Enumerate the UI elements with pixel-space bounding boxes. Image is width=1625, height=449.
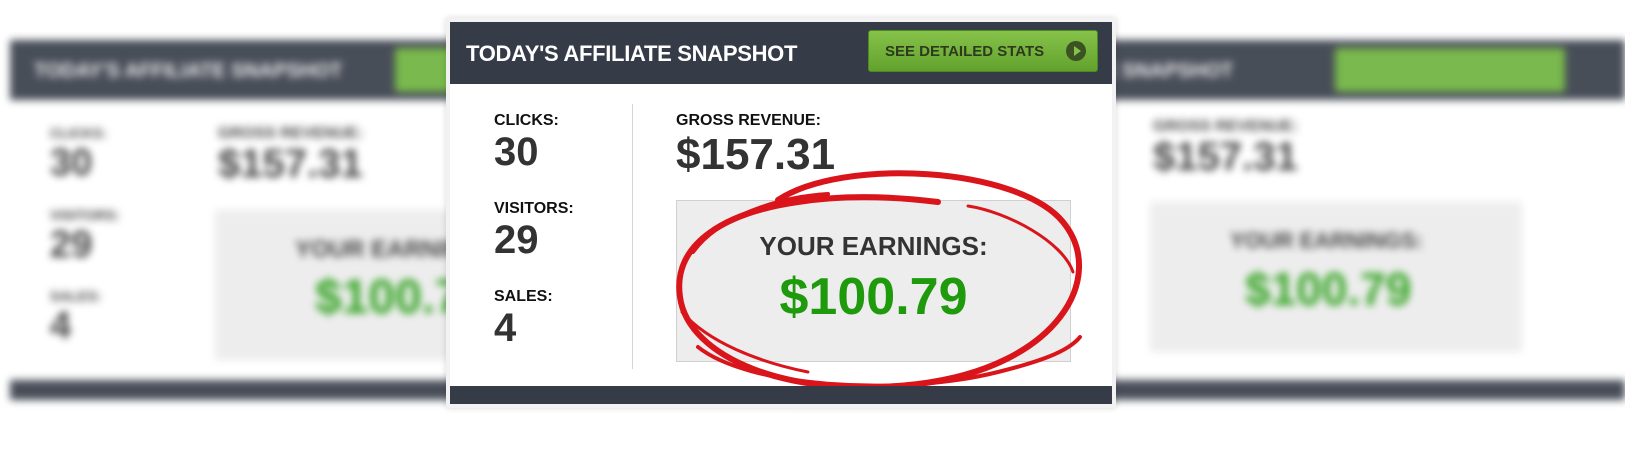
earnings-value: $100.79 [779,268,968,326]
sales-label: SALES: [494,288,553,305]
blurred-earnings-box: YOUR EARNINGS: $100.79 [1150,202,1522,352]
blurred-stats-button [1335,48,1565,92]
stats-button-label: SEE DETAILED STATS [885,43,1045,60]
clicks-label: CLICKS: [494,112,559,129]
clicks-value: 30 [494,130,539,174]
blurred-clicks-value: 30 [50,142,93,184]
sales-value: 4 [494,306,517,350]
visitors-value: 29 [494,218,539,262]
play-circle-icon [1066,41,1086,61]
blurred-card-title: TODAY'S AFFILIATE SNAPSHOT [34,60,343,82]
visitors-label: VISITORS: [494,200,574,217]
earnings-box: YOUR EARNINGS: $100.79 [676,200,1071,362]
blurred-visitors-label: VISITORS: [50,207,120,223]
blurred-visitors-value: 29 [50,224,93,266]
blurred-earnings-label: YOUR EARNINGS: [1230,228,1424,253]
affiliate-snapshot-stage: TODAY'S AFFILIATE SNAPSHOT CLICKS: 30 VI… [0,0,1625,449]
blurred-earnings-value: $100.79 [1245,263,1412,315]
card-title: TODAY'S AFFILIATE SNAPSHOT [466,41,798,66]
see-detailed-stats-button[interactable]: SEE DETAILED STATS [868,30,1098,72]
blurred-background-card-right: TODAY'S AFFILIATE SNAPSHOT GROSS REVENUE… [925,40,1625,410]
gross-revenue-value: $157.31 [676,130,836,179]
blurred-gross-label: GROSS REVENUE: [218,125,363,142]
column-divider [632,104,633,369]
gross-revenue-label: GROSS REVENUE: [676,112,821,129]
blurred-clicks-label: CLICKS: [50,125,107,141]
earnings-label: YOUR EARNINGS: [759,231,988,261]
blurred-sales-label: SALES: [50,288,102,304]
blurred-card-footer [1085,380,1625,400]
blurred-card-header: TODAY'S AFFILIATE SNAPSHOT [925,40,1625,100]
blurred-sales-value: 4 [50,305,72,347]
blurred-gross-value: $157.31 [218,142,363,186]
card-header: TODAY'S AFFILIATE SNAPSHOT SEE DETAILED … [450,22,1112,84]
affiliate-snapshot-card: TODAY'S AFFILIATE SNAPSHOT SEE DETAILED … [446,18,1116,408]
blurred-gross-label: GROSS REVENUE: [1153,118,1298,135]
card-footer [450,386,1112,404]
blurred-gross-value: $157.31 [1153,135,1298,179]
